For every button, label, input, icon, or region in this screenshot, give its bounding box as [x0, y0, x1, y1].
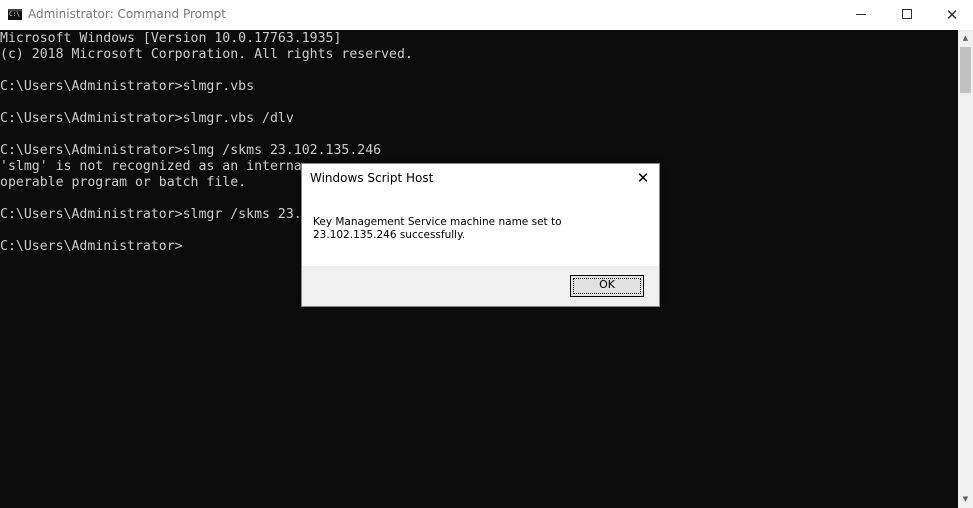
close-button[interactable]: ✕: [929, 0, 973, 30]
console-line: 'slmg' is not recognized as an interna: [0, 159, 302, 174]
console-line: C:\Users\Administrator>slmg /skms 23.102…: [0, 143, 382, 158]
close-icon: ✕: [945, 6, 959, 24]
maximize-button[interactable]: [884, 0, 930, 30]
console-line: C:\Users\Administrator>slmgr.vbs: [0, 79, 255, 94]
vertical-scrollbar[interactable]: ▲ ▼: [958, 30, 973, 508]
console-prompt: C:\Users\Administrator>: [0, 239, 183, 254]
console-line: operable program or batch file.: [0, 175, 247, 190]
dialog-close-button[interactable]: ✕: [631, 167, 655, 189]
cmd-icon: C:\: [8, 9, 22, 20]
scroll-down-arrow-icon[interactable]: ▼: [958, 491, 973, 508]
console-line: (c) 2018 Microsoft Corporation. All righ…: [0, 47, 413, 62]
dialog-title: Windows Script Host: [310, 171, 434, 185]
title-bar: C:\ Administrator: Command Prompt ✕: [0, 0, 973, 30]
dialog-footer: OK: [302, 266, 659, 306]
ok-button[interactable]: OK: [570, 275, 644, 297]
window-title: Administrator: Command Prompt: [28, 7, 226, 21]
console-line: Microsoft Windows [Version 10.0.17763.19…: [0, 31, 342, 46]
cmd-icon-text: C:\: [9, 11, 20, 18]
dialog-message: Key Management Service machine name set …: [313, 216, 562, 241]
close-icon: ✕: [636, 169, 650, 187]
maximize-icon: [902, 9, 912, 19]
minimize-button[interactable]: [838, 0, 884, 30]
console-line: C:\Users\Administrator>slmgr.vbs /dlv: [0, 111, 294, 126]
console-line: C:\Users\Administrator>slmgr /skms 23.: [0, 207, 302, 222]
minimize-icon: [856, 14, 866, 15]
focus-rectangle: [573, 278, 641, 294]
scroll-up-arrow-icon[interactable]: ▲: [958, 30, 973, 47]
scrollbar-thumb[interactable]: [960, 47, 971, 93]
script-host-dialog: Windows Script Host ✕ Key Management Ser…: [301, 163, 660, 307]
